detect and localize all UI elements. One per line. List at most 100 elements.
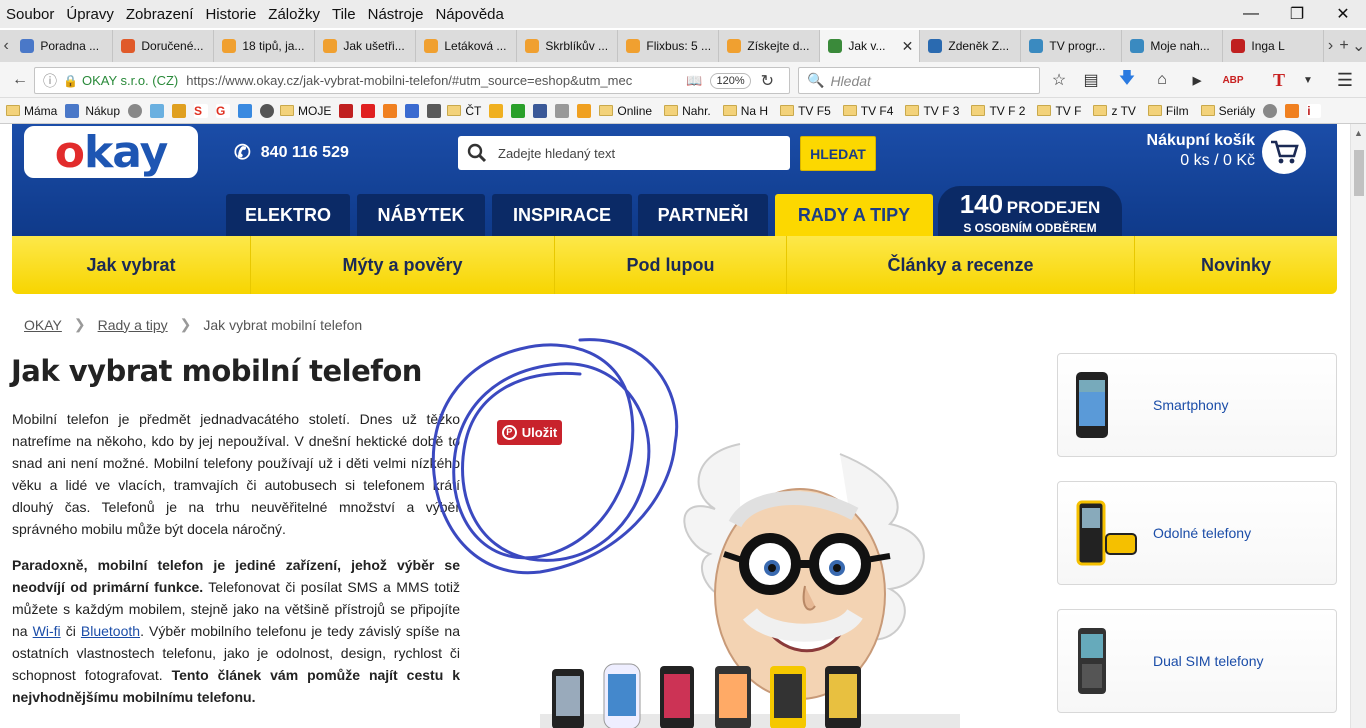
site-search-input[interactable]: Zadejte hledaný text: [458, 136, 790, 170]
reading-list-icon[interactable]: ▤: [1080, 69, 1102, 91]
new-tab-button[interactable]: +: [1337, 30, 1352, 62]
bookmark-serialy[interactable]: Seriály: [1200, 104, 1255, 118]
bookmark-nakup[interactable]: Nákup: [85, 104, 120, 118]
tab-nabytek[interactable]: NÁBYTEK: [357, 194, 485, 236]
tab-scroll-left-icon[interactable]: ‹: [0, 30, 12, 62]
google-translate-icon[interactable]: [238, 103, 253, 118]
zoom-indicator[interactable]: 120%: [710, 72, 751, 89]
category-label[interactable]: Smartphony: [1153, 397, 1228, 413]
close-window-button[interactable]: ✕: [1320, 2, 1366, 26]
category-card-dual-sim[interactable]: Dual SIM telefony: [1057, 609, 1337, 713]
wifi-link[interactable]: Wi-fi: [33, 623, 61, 639]
cart-icon[interactable]: [1262, 130, 1306, 174]
reader-view-icon[interactable]: 📖: [686, 73, 702, 89]
adblock-icon[interactable]: ABP: [1222, 69, 1244, 91]
minimize-button[interactable]: —: [1228, 2, 1274, 26]
menu-historie[interactable]: Historie: [205, 6, 256, 23]
info-icon[interactable]: ⓘ: [43, 71, 57, 91]
pinterest-save-button[interactable]: P Uložit: [497, 420, 562, 445]
bluetooth-link[interactable]: Bluetooth: [81, 623, 140, 639]
subnav-clanky-a-recenze[interactable]: Články a recenze: [787, 236, 1135, 294]
s-icon[interactable]: S: [194, 103, 209, 118]
bookmark-icon[interactable]: [511, 103, 526, 118]
facebook-icon[interactable]: [533, 103, 548, 118]
bookmark-icon[interactable]: [489, 103, 504, 118]
bookmark-icon[interactable]: [65, 103, 80, 118]
globe-icon[interactable]: [1263, 103, 1278, 118]
translate-t-icon[interactable]: T: [1268, 69, 1290, 91]
browser-tab[interactable]: 18 tipů, ja...: [214, 30, 316, 62]
tab-inspirace[interactable]: INSPIRACE: [492, 194, 632, 236]
browser-tab[interactable]: Zdeněk Z...: [920, 30, 1022, 62]
scrollbar-thumb[interactable]: [1354, 150, 1364, 196]
tab-rady-a-tipy[interactable]: RADY A TIPY: [775, 194, 933, 236]
bookmark-z-tv[interactable]: z TV: [1093, 104, 1136, 118]
okay-logo[interactable]: o kay: [24, 126, 198, 178]
menu-nastroje[interactable]: Nástroje: [368, 6, 424, 23]
bookmark-icon[interactable]: [405, 103, 420, 118]
category-card-odolne[interactable]: Odolné telefony: [1057, 481, 1337, 585]
bookmark-tv-f[interactable]: TV F: [1037, 104, 1081, 118]
page-scrollbar[interactable]: ▲: [1350, 124, 1366, 728]
tab-close-icon[interactable]: ✕: [902, 38, 914, 55]
browser-tab[interactable]: Flixbus: 5 ...: [618, 30, 720, 62]
bookmark-icon[interactable]: [150, 103, 165, 118]
shopping-cart[interactable]: Nákupní košík 0 ks / 0 Kč: [1147, 132, 1255, 170]
bookmark-tv-f3[interactable]: TV F 3: [905, 104, 959, 118]
search-bar[interactable]: 🔍 Hledat: [798, 67, 1040, 94]
browser-tab[interactable]: TV progr...: [1021, 30, 1123, 62]
site-identity[interactable]: OKAY s.r.o. (CZ): [82, 73, 178, 88]
bookmark-mama[interactable]: Máma: [6, 104, 57, 118]
gmail-icon[interactable]: [172, 103, 187, 118]
bookmark-icon[interactable]: [427, 103, 442, 118]
category-label[interactable]: Dual SIM telefony: [1153, 653, 1264, 669]
play-icon[interactable]: [339, 103, 354, 118]
menu-soubor[interactable]: Soubor: [6, 6, 54, 23]
menu-zalozky[interactable]: Záložky: [268, 6, 320, 23]
bookmark-tv-f2[interactable]: TV F 2: [971, 104, 1025, 118]
breadcrumb-rady-a-tipy[interactable]: Rady a tipy: [98, 317, 168, 333]
menu-upravy[interactable]: Úpravy: [66, 6, 114, 23]
bookmark-icon[interactable]: [260, 103, 275, 118]
scroll-up-arrow-icon[interactable]: ▲: [1354, 128, 1363, 138]
category-card-smartphony[interactable]: Smartphony: [1057, 353, 1337, 457]
bookmark-ct[interactable]: ČT: [447, 104, 481, 118]
browser-tab[interactable]: Letáková ...: [416, 30, 518, 62]
subnav-myty-a-povery[interactable]: Mýty a pověry: [251, 236, 555, 294]
home-icon[interactable]: ⌂: [1151, 69, 1173, 91]
url-text[interactable]: https://www.okay.cz/jak-vybrat-mobilni-t…: [186, 73, 676, 88]
tab-elektro[interactable]: ELEKTRO: [226, 194, 350, 236]
bookmark-icon[interactable]: [555, 103, 570, 118]
tab-active[interactable]: Jak v... ✕: [820, 30, 921, 62]
subnav-novinky[interactable]: Novinky: [1135, 236, 1337, 294]
bookmark-na-h[interactable]: Na H: [722, 104, 768, 118]
browser-tab[interactable]: Inga L: [1223, 30, 1325, 62]
browser-tab[interactable]: Moje nah...: [1122, 30, 1224, 62]
prodejen-badge[interactable]: 140 PRODEJEN S OSOBNÍM ODBĚREM: [938, 186, 1122, 236]
bookmark-star-icon[interactable]: ☆: [1048, 69, 1070, 91]
browser-tab[interactable]: Poradna ...: [12, 30, 114, 62]
menu-zobrazeni[interactable]: Zobrazení: [126, 6, 194, 23]
youtube-icon[interactable]: ▶: [1186, 69, 1208, 91]
category-label[interactable]: Odolné telefony: [1153, 525, 1251, 541]
subnav-pod-lupou[interactable]: Pod lupou: [555, 236, 787, 294]
subnav-jak-vybrat[interactable]: Jak vybrat: [12, 236, 251, 294]
bookmark-online[interactable]: Online: [599, 104, 652, 118]
google-icon[interactable]: G: [216, 103, 231, 118]
browser-tab[interactable]: Skrblíkův ...: [517, 30, 619, 62]
bookmark-icon[interactable]: [383, 103, 398, 118]
amazon-icon[interactable]: [577, 103, 592, 118]
tab-list-icon[interactable]: ⌄: [1351, 30, 1366, 62]
browser-tab[interactable]: Získejte d...: [719, 30, 821, 62]
reload-icon[interactable]: ↻: [761, 71, 774, 91]
tab-partneri[interactable]: PARTNEŘI: [638, 194, 768, 236]
bookmark-tv-f5[interactable]: TV F5: [780, 104, 831, 118]
dropdown-arrow-icon[interactable]: ▼: [1297, 69, 1319, 91]
youtube-icon[interactable]: [361, 103, 376, 118]
tab-scroll-right-icon[interactable]: ›: [1324, 30, 1336, 62]
restore-button[interactable]: ❐: [1274, 2, 1320, 26]
bookmark-icon[interactable]: [1285, 103, 1300, 118]
browser-tab[interactable]: Doručené...: [113, 30, 215, 62]
breadcrumb-okay[interactable]: OKAY: [24, 317, 62, 333]
bookmark-film[interactable]: Film: [1147, 104, 1189, 118]
